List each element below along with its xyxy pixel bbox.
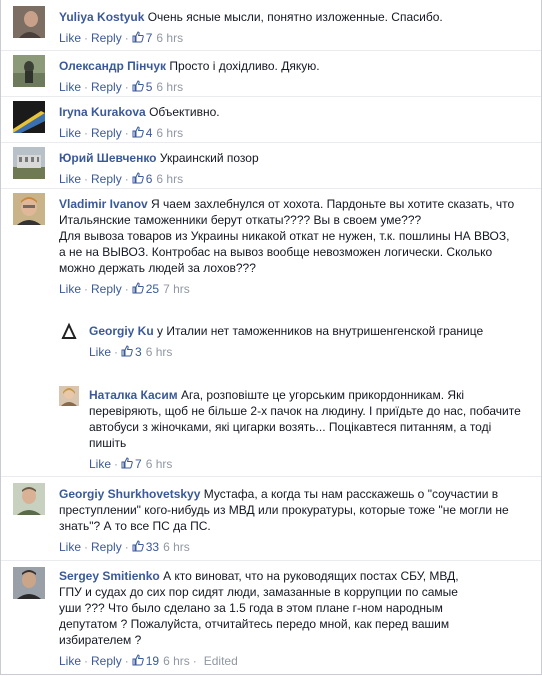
like-link[interactable]: Like: [89, 345, 111, 359]
thumbs-up-icon: [132, 540, 144, 552]
like-link[interactable]: Like: [59, 540, 81, 554]
comment-author[interactable]: Georgiy Shurkhovetskyy: [59, 487, 200, 501]
avatar-photo-icon: [13, 55, 45, 87]
comment: Vladimir Ivanov Я чаем захлебнулся от хо…: [1, 188, 541, 317]
comment-text: Украинский позор: [159, 151, 259, 165]
thumbs-up-icon: [132, 31, 144, 43]
timestamp[interactable]: 6 hrs: [159, 540, 190, 554]
comment-author[interactable]: Yuliya Kostyuk: [59, 10, 144, 24]
avatar[interactable]: [13, 147, 45, 179]
timestamp[interactable]: 7 hrs: [159, 282, 190, 296]
avatar[interactable]: [59, 386, 79, 406]
comment-text: Очень ясные мысли, понятно изложенные. С…: [147, 10, 443, 24]
like-count[interactable]: 3: [121, 345, 142, 359]
comment-text: у Италии нет таможенников на внутришенге…: [157, 324, 484, 338]
comment-author[interactable]: Наталка Касим: [89, 388, 178, 402]
avatar[interactable]: [13, 567, 45, 599]
comment-actions: Like · Reply · 19 6 hrs · Edited: [59, 654, 238, 668]
comment: Sergey Smitienko А кто виноват, что на р…: [1, 560, 541, 675]
avatar[interactable]: [13, 101, 45, 133]
like-count[interactable]: 4: [132, 126, 152, 140]
comments-panel: Yuliya Kostyuk Очень ясные мысли, понятн…: [0, 0, 542, 675]
comment-author[interactable]: Олександр Пінчук: [59, 59, 166, 73]
timestamp[interactable]: 6 hrs: [152, 31, 183, 45]
like-count[interactable]: 6: [132, 172, 152, 186]
comment-text: Объективно.: [149, 105, 220, 119]
timestamp[interactable]: 6 hrs: [152, 126, 183, 140]
avatar-photo-icon: [13, 483, 45, 515]
comment-author[interactable]: Georgiy Ku: [89, 324, 154, 338]
comment: Yuliya Kostyuk Очень ясные мысли, понятн…: [1, 0, 541, 50]
timestamp[interactable]: 6 hrs: [152, 80, 183, 94]
comment-text: Просто і дохідливо. Дякую.: [169, 59, 320, 73]
avatar[interactable]: [13, 6, 45, 38]
comment-author[interactable]: Sergey Smitienko: [59, 569, 160, 583]
like-link[interactable]: Like: [59, 31, 81, 45]
avatar[interactable]: [13, 483, 45, 515]
comment: Олександр Пінчук Просто і дохідливо. Дяк…: [1, 50, 541, 97]
comment-actions: Like · Reply · 5 6 hrs: [59, 80, 184, 94]
comment-actions: Like · Reply · 33 6 hrs: [59, 540, 190, 554]
avatar[interactable]: [13, 55, 45, 87]
avatar-photo-icon: [13, 147, 45, 179]
reply-link[interactable]: Reply: [91, 282, 122, 296]
timestamp[interactable]: 6 hrs: [159, 654, 190, 668]
reply-link[interactable]: Reply: [91, 126, 122, 140]
thumbs-up-icon: [121, 457, 133, 469]
like-link[interactable]: Like: [59, 172, 81, 186]
like-count[interactable]: 5: [132, 80, 152, 94]
like-count[interactable]: 7: [121, 457, 142, 471]
thumbs-up-icon: [132, 80, 144, 92]
reply-link[interactable]: Reply: [91, 80, 122, 94]
avatar-photo-icon: [59, 386, 79, 406]
reply-link[interactable]: Reply: [91, 654, 122, 668]
comment-author[interactable]: Vladimir Ivanov: [59, 197, 148, 211]
comment-author[interactable]: Iryna Kurakova: [59, 105, 146, 119]
reply-link[interactable]: Reply: [91, 172, 122, 186]
thumbs-up-icon: [132, 172, 144, 184]
like-link[interactable]: Like: [89, 457, 111, 471]
avatar[interactable]: [59, 322, 79, 342]
timestamp[interactable]: 6 hrs: [142, 457, 173, 471]
like-count[interactable]: 33: [132, 540, 159, 554]
comment-actions: Like · Reply · 7 6 hrs: [59, 31, 184, 45]
thumbs-up-icon: [132, 282, 144, 294]
like-count[interactable]: 7: [132, 31, 152, 45]
reply-comment: Georgiy Ku у Италии нет таможенников на …: [1, 316, 541, 380]
avatar[interactable]: [13, 193, 45, 225]
avatar-photo-icon: [13, 567, 45, 599]
comment-actions: Like · Reply · 6 6 hrs: [59, 172, 184, 186]
comment-actions: Like · Reply · 4 6 hrs: [59, 126, 184, 140]
comment-actions: Like · 7 6 hrs: [89, 457, 173, 471]
avatar-photo-icon: [13, 193, 45, 225]
like-count[interactable]: 19: [132, 654, 159, 668]
timestamp[interactable]: 6 hrs: [142, 345, 173, 359]
comment: Юрий Шевченко Украинский позор Like · Repl…: [1, 142, 541, 189]
like-link[interactable]: Like: [59, 126, 81, 140]
thumbs-up-icon: [121, 345, 133, 357]
comment: Georgiy Shurkhovetskyy Мустафа, а когда …: [1, 476, 541, 561]
like-link[interactable]: Like: [59, 80, 81, 94]
comment-actions: Like · 3 6 hrs: [89, 345, 173, 359]
like-link[interactable]: Like: [59, 654, 81, 668]
avatar-photo-icon: [13, 101, 45, 133]
edited-link[interactable]: Edited: [200, 654, 238, 668]
like-count[interactable]: 25: [132, 282, 159, 296]
thumbs-up-icon: [132, 654, 144, 666]
avatar-photo-icon: [59, 322, 79, 342]
thumbs-up-icon: [132, 126, 144, 138]
timestamp[interactable]: 6 hrs: [152, 172, 183, 186]
reply-link[interactable]: Reply: [91, 540, 122, 554]
comment: Iryna Kurakova Объективно. Like · Reply · 4 6…: [1, 96, 541, 143]
comment-author[interactable]: Юрий Шевченко: [59, 151, 157, 165]
reply-link[interactable]: Reply: [91, 31, 122, 45]
like-link[interactable]: Like: [59, 282, 81, 296]
reply-comment: Наталка Касим Ага, розповіште це угорськ…: [1, 380, 541, 476]
comment-actions: Like · Reply · 25 7 hrs: [59, 282, 190, 296]
avatar-photo-icon: [13, 6, 45, 38]
